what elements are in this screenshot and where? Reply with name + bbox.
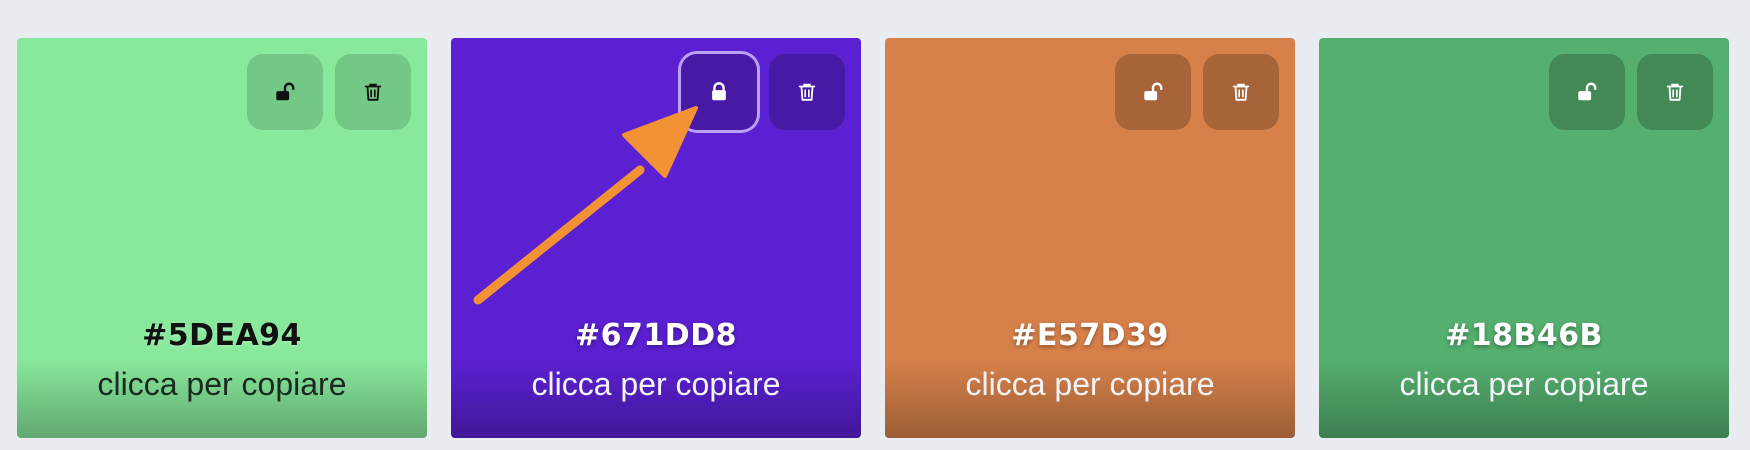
- delete-button[interactable]: [1203, 54, 1279, 130]
- hex-code[interactable]: #671DD8: [451, 318, 861, 353]
- delete-button[interactable]: [1637, 54, 1713, 130]
- hex-code[interactable]: #18B46B: [1319, 318, 1729, 353]
- lock-button[interactable]: [681, 54, 757, 130]
- color-card[interactable]: #18B46B clicca per copiare: [1319, 38, 1729, 438]
- unlock-icon: [1576, 81, 1598, 103]
- unlock-button[interactable]: [1115, 54, 1191, 130]
- unlock-button[interactable]: [1549, 54, 1625, 130]
- copy-hint: clicca per copiare: [97, 366, 347, 402]
- trash-icon: [362, 81, 384, 103]
- unlock-icon: [1142, 81, 1164, 103]
- trash-icon: [1664, 81, 1686, 103]
- unlock-icon: [274, 81, 296, 103]
- color-card[interactable]: #E57D39 clicca per copiare: [885, 38, 1295, 438]
- unlock-button[interactable]: [247, 54, 323, 130]
- hex-code[interactable]: #E57D39: [885, 318, 1295, 353]
- delete-button[interactable]: [769, 54, 845, 130]
- copy-hint: clicca per copiare: [1399, 366, 1649, 402]
- trash-icon: [796, 81, 818, 103]
- copy-hint: clicca per copiare: [531, 366, 781, 402]
- copy-hint: clicca per copiare: [965, 366, 1215, 402]
- delete-button[interactable]: [335, 54, 411, 130]
- trash-icon: [1230, 81, 1252, 103]
- color-card[interactable]: #671DD8 clicca per copiare: [451, 38, 861, 438]
- hex-code[interactable]: #5DEA94: [17, 318, 427, 353]
- color-palette: #5DEA94 clicca per copiare #671DD8 clicc…: [0, 0, 1750, 450]
- lock-icon: [708, 81, 730, 103]
- color-card[interactable]: #5DEA94 clicca per copiare: [17, 38, 427, 438]
